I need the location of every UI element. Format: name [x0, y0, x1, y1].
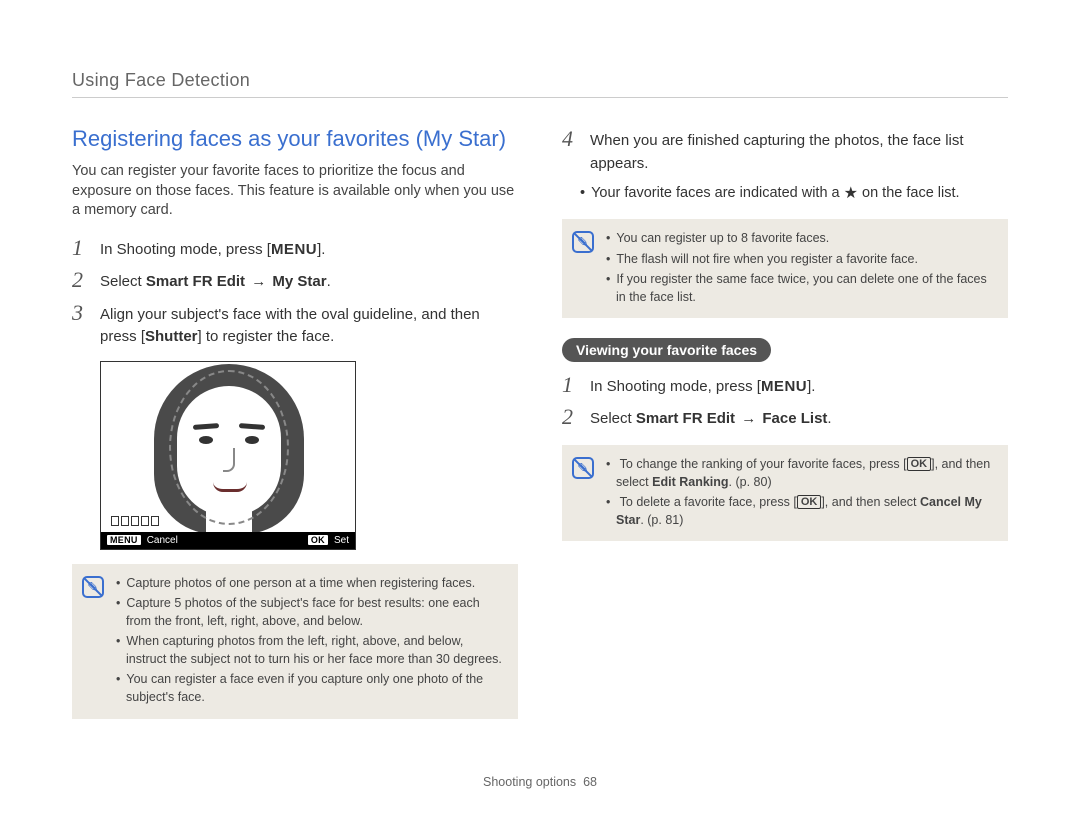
step-number: 4 — [562, 128, 580, 150]
lcd-cancel-label: Cancel — [147, 535, 178, 546]
menu-button-label: MENU — [761, 378, 807, 395]
step-bold: My Star — [272, 273, 326, 290]
arrow-icon: → — [737, 410, 760, 427]
step-text: . — [827, 410, 831, 427]
footer-page-number: 68 — [583, 775, 597, 789]
right-column: 4 When you are finished capturing the ph… — [562, 126, 1008, 733]
step-bold: Shutter — [145, 328, 198, 345]
tip-box: You can register up to 8 favorite faces.… — [562, 219, 1008, 318]
step-number: 1 — [562, 374, 580, 396]
step-bold: Smart FR Edit — [146, 273, 245, 290]
face-guideline-oval — [169, 370, 289, 525]
step-text: In Shooting mode, press [ — [100, 241, 271, 258]
lcd-set-label: Set — [334, 535, 349, 546]
menu-button-label: MENU — [107, 535, 141, 545]
note-item: To change the ranking of your favorite f… — [604, 455, 994, 491]
step-text: ]. — [317, 241, 325, 258]
tip-box: To change the ranking of your favorite f… — [562, 445, 1008, 542]
note-item: You can register up to 8 favorite faces. — [604, 229, 994, 247]
section-intro: You can register your favorite faces to … — [72, 162, 518, 221]
note-item: When capturing photos from the left, rig… — [114, 632, 504, 668]
step-number: 1 — [72, 237, 90, 259]
left-column: Registering faces as your favorites (My … — [72, 126, 518, 733]
view-step-2: 2 Select Smart FR Edit → Face List. — [562, 406, 1008, 431]
step-number: 2 — [72, 269, 90, 291]
sub-text: on the face list. — [858, 185, 960, 201]
note-icon — [82, 576, 104, 598]
sub-text: Your favorite faces are indicated with a — [591, 185, 844, 201]
step-bold: Face List — [762, 410, 827, 427]
arrow-icon: → — [247, 273, 270, 290]
capture-slots-icon — [111, 516, 159, 526]
step-2: 2 Select Smart FR Edit → My Star. — [72, 269, 518, 294]
step-3: 3 Align your subject's face with the ova… — [72, 302, 518, 349]
star-icon: ★ — [844, 185, 858, 202]
step-text: Select — [100, 273, 146, 290]
tip-box: Capture photos of one person at a time w… — [72, 564, 518, 719]
ok-button-label: OK — [308, 535, 328, 545]
note-item: Capture 5 photos of the subject's face f… — [114, 594, 504, 630]
note-item: To delete a favorite face, press [OK], a… — [604, 493, 994, 529]
step-1: 1 In Shooting mode, press [MENU]. — [72, 237, 518, 262]
step-number: 3 — [72, 302, 90, 324]
camera-screen-illustration: MENU Cancel OK Set — [100, 361, 356, 550]
step-bold: Smart FR Edit — [636, 410, 735, 427]
section-title: Registering faces as your favorites (My … — [72, 126, 518, 152]
note-icon — [572, 457, 594, 479]
note-item: The flash will not fire when you registe… — [604, 250, 994, 268]
ok-button-label: OK — [797, 495, 822, 509]
step-text: When you are finished capturing the phot… — [590, 132, 964, 172]
note-icon — [572, 231, 594, 253]
step-sub-bullet: Your favorite faces are indicated with a… — [562, 183, 1008, 205]
page-footer: Shooting options 68 — [0, 775, 1080, 789]
step-text: ]. — [807, 378, 815, 395]
step-text: In Shooting mode, press [ — [590, 378, 761, 395]
note-item: Capture photos of one person at a time w… — [114, 574, 504, 592]
step-text: ] to register the face. — [198, 328, 335, 345]
note-item: If you register the same face twice, you… — [604, 270, 994, 306]
view-step-1: 1 In Shooting mode, press [MENU]. — [562, 374, 1008, 399]
step-4: 4 When you are finished capturing the ph… — [562, 128, 1008, 175]
subsection-pill: Viewing your favorite faces — [562, 338, 771, 362]
step-text: . — [327, 273, 331, 290]
footer-section: Shooting options — [483, 775, 576, 789]
menu-button-label: MENU — [271, 241, 317, 258]
ok-button-label: OK — [907, 457, 932, 471]
note-item: You can register a face even if you capt… — [114, 670, 504, 706]
breadcrumb-header: Using Face Detection — [72, 70, 1008, 98]
step-text: Select — [590, 410, 636, 427]
step-number: 2 — [562, 406, 580, 428]
